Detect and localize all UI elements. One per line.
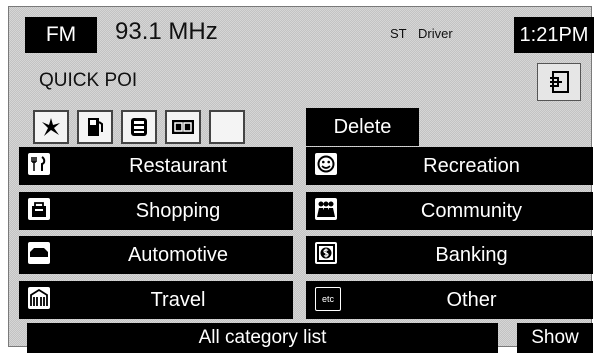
category-label: Travel bbox=[150, 288, 206, 311]
parking-icon bbox=[128, 116, 150, 138]
exit-icon bbox=[548, 70, 570, 94]
slot-dining[interactable] bbox=[33, 110, 69, 144]
band-button[interactable]: FM bbox=[25, 17, 97, 53]
car-icon bbox=[28, 242, 50, 264]
clock-display: 1:21PM bbox=[514, 17, 594, 53]
fork-knife-icon bbox=[28, 153, 50, 175]
all-category-list-button[interactable]: All category list bbox=[27, 323, 498, 353]
category-label: Automotive bbox=[127, 243, 229, 266]
exit-button[interactable] bbox=[537, 63, 581, 101]
category-label: Other bbox=[446, 288, 497, 311]
category-restaurant[interactable]: Restaurant bbox=[19, 147, 293, 185]
dining-icon bbox=[39, 116, 63, 138]
shopping-bag-icon bbox=[28, 198, 50, 220]
category-label: Restaurant bbox=[129, 154, 227, 177]
category-label: Shopping bbox=[135, 199, 221, 222]
delete-label: Delete bbox=[333, 115, 392, 138]
building-icon bbox=[28, 287, 50, 309]
show-button[interactable]: Show bbox=[517, 323, 593, 353]
slot-atm[interactable] bbox=[165, 110, 201, 144]
slot-gas[interactable] bbox=[77, 110, 113, 144]
nav-screen: FM 93.1 MHz ST Driver 1:21PM QUICK POI D… bbox=[8, 6, 594, 353]
slot-parking[interactable] bbox=[121, 110, 157, 144]
band-label: FM bbox=[45, 23, 77, 46]
people-icon bbox=[315, 198, 337, 220]
atm-icon bbox=[171, 119, 195, 135]
clock-label: 1:21PM bbox=[519, 23, 589, 46]
frequency-display: 93.1 MHz bbox=[115, 18, 218, 45]
show-label: Show bbox=[531, 327, 579, 348]
smiley-icon bbox=[315, 153, 337, 175]
page-title: QUICK POI bbox=[39, 70, 138, 91]
category-recreation[interactable]: Recreation bbox=[306, 147, 593, 185]
category-label: Community bbox=[420, 199, 523, 222]
etc-icon: etc bbox=[315, 287, 341, 311]
all-category-list-label: All category list bbox=[198, 327, 327, 348]
category-label: Recreation bbox=[423, 154, 520, 177]
slot-empty[interactable] bbox=[209, 110, 245, 144]
driver-indicator: Driver bbox=[418, 26, 453, 41]
category-automotive[interactable]: Automotive bbox=[19, 236, 293, 274]
gas-station-icon bbox=[85, 116, 105, 138]
category-shopping[interactable]: Shopping bbox=[19, 192, 293, 230]
category-other[interactable]: etc Other bbox=[306, 281, 593, 319]
etc-label: etc bbox=[321, 294, 334, 304]
category-banking[interactable]: Banking bbox=[306, 236, 593, 274]
stereo-indicator: ST bbox=[390, 26, 407, 41]
category-community[interactable]: Community bbox=[306, 192, 593, 230]
category-travel[interactable]: Travel bbox=[19, 281, 293, 319]
delete-button[interactable]: Delete bbox=[306, 108, 419, 146]
category-label: Banking bbox=[435, 243, 508, 266]
dollar-icon bbox=[315, 242, 337, 264]
